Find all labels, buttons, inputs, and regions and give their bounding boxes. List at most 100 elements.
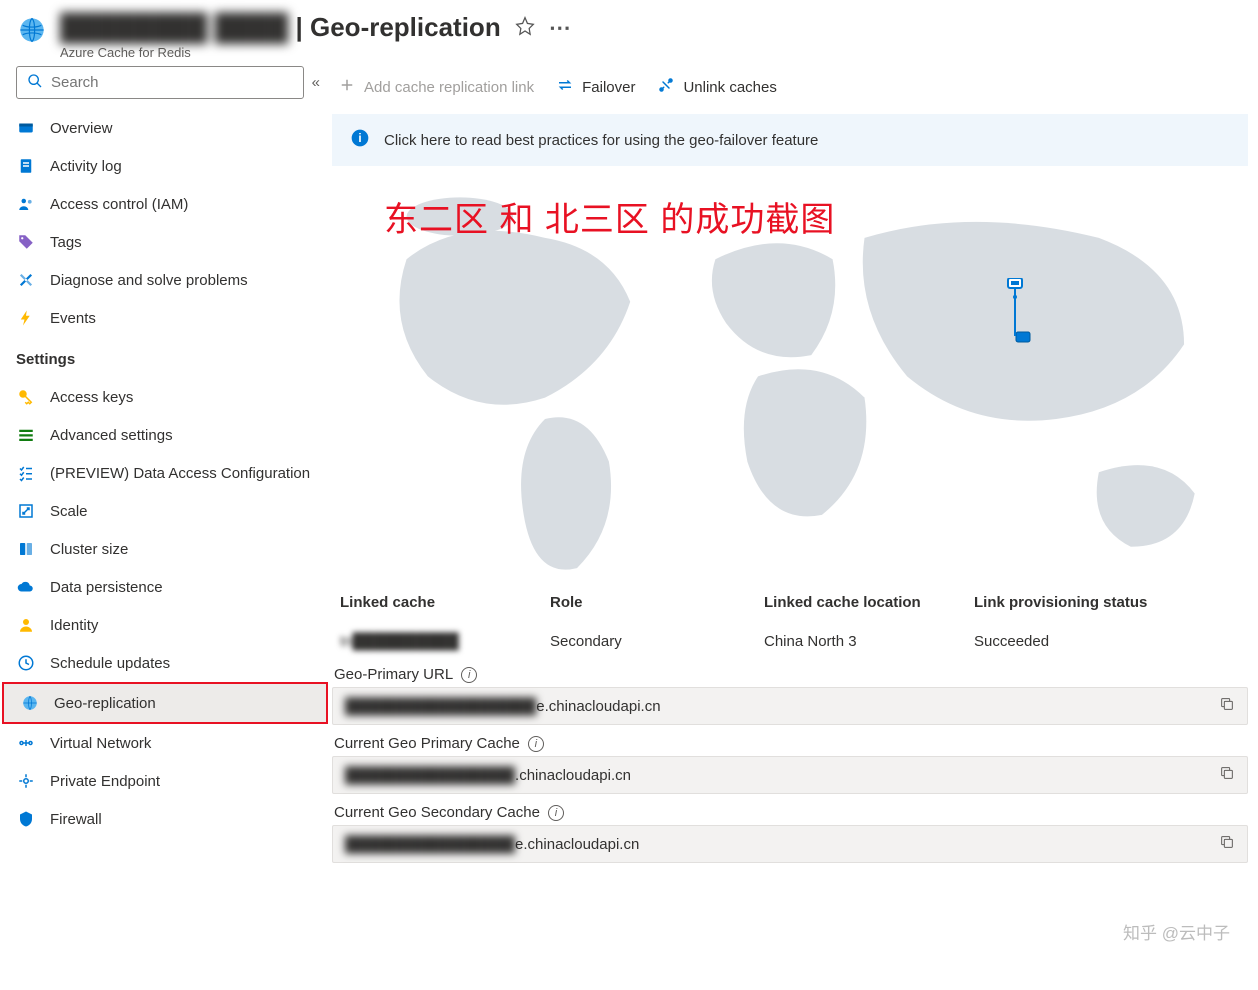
iam-icon bbox=[16, 194, 36, 214]
sidebar: « Overview Activity log Access control (IA… bbox=[0, 66, 332, 984]
sidebar-item-scale[interactable]: Scale bbox=[0, 492, 328, 530]
scale-icon bbox=[16, 501, 36, 521]
info-banner[interactable]: i Click here to read best practices for … bbox=[332, 114, 1248, 166]
sidebar-item-label: Access control (IAM) bbox=[50, 196, 188, 213]
sidebar-item-label: Schedule updates bbox=[50, 655, 170, 672]
sidebar-item-label: (PREVIEW) Data Access Configuration bbox=[50, 465, 310, 482]
sidebar-item-label: Overview bbox=[50, 120, 113, 137]
sidebar-item-label: Diagnose and solve problems bbox=[50, 272, 248, 289]
svg-text:i: i bbox=[358, 132, 361, 145]
globe-icon bbox=[18, 16, 46, 44]
current-secondary-field[interactable]: ████████████████e.chinacloudapi.cn bbox=[332, 825, 1248, 863]
unlink-button[interactable]: Unlink caches bbox=[657, 76, 776, 98]
swap-icon bbox=[556, 76, 574, 98]
cell-cache: tn██████████ bbox=[340, 633, 459, 650]
sidebar-search[interactable] bbox=[16, 66, 304, 99]
more-icon[interactable]: ⋯ bbox=[549, 15, 573, 41]
clock-icon bbox=[16, 653, 36, 673]
sidebar-nav[interactable]: Overview Activity log Access control (IAM)… bbox=[0, 109, 332, 981]
diagnose-icon bbox=[16, 270, 36, 290]
sidebar-item-label: Scale bbox=[50, 503, 88, 520]
search-input[interactable] bbox=[51, 74, 293, 91]
sidebar-item-tags[interactable]: Tags bbox=[0, 223, 328, 261]
page-header: ████████ ████ | Geo-replication ⋯ Azure … bbox=[0, 0, 1258, 66]
overview-icon bbox=[16, 118, 36, 138]
copy-icon[interactable] bbox=[1219, 696, 1235, 716]
cell-location: China North 3 bbox=[764, 633, 974, 650]
adv-icon bbox=[16, 425, 36, 445]
sidebar-item-firewall[interactable]: Firewall bbox=[0, 800, 328, 838]
sidebar-item-label: Identity bbox=[50, 617, 98, 634]
page-title: ████████ ████ | Geo-replication bbox=[60, 12, 501, 43]
resource-type-label: Azure Cache for Redis bbox=[60, 45, 1240, 60]
identity-icon bbox=[16, 615, 36, 635]
sidebar-item-schedule[interactable]: Schedule updates bbox=[0, 644, 328, 682]
globe-icon bbox=[20, 693, 40, 713]
sidebar-item-label: Events bbox=[50, 310, 96, 327]
log-icon bbox=[16, 156, 36, 176]
failover-button[interactable]: Failover bbox=[556, 76, 635, 98]
collapse-sidebar-icon[interactable]: « bbox=[312, 74, 320, 91]
cluster-icon bbox=[16, 539, 36, 559]
linked-cache-row[interactable]: tn██████████ Secondary China North 3 Suc… bbox=[332, 621, 1248, 662]
sidebar-item-adv[interactable]: Advanced settings bbox=[0, 416, 328, 454]
info-banner-text: Click here to read best practices for us… bbox=[384, 132, 818, 149]
watermark: 知乎 @云中子 bbox=[1123, 919, 1230, 944]
cell-status: Succeeded bbox=[974, 633, 1240, 650]
sidebar-item-geo[interactable]: Geo-replication bbox=[2, 682, 328, 724]
sidebar-item-label: Firewall bbox=[50, 811, 102, 828]
checklist-icon bbox=[16, 463, 36, 483]
sidebar-item-label: Virtual Network bbox=[50, 735, 151, 752]
sidebar-item-identity[interactable]: Identity bbox=[0, 606, 328, 644]
sidebar-item-endpoint[interactable]: Private Endpoint bbox=[0, 762, 328, 800]
info-icon[interactable]: i bbox=[528, 736, 544, 752]
firewall-icon bbox=[16, 809, 36, 829]
copy-icon[interactable] bbox=[1219, 834, 1235, 854]
key-icon bbox=[16, 387, 36, 407]
current-primary-label: Current Geo Primary Cachei bbox=[332, 731, 1248, 756]
sidebar-item-diagnose[interactable]: Diagnose and solve problems bbox=[0, 261, 328, 299]
sidebar-item-label: Activity log bbox=[50, 158, 122, 175]
sidebar-item-label: Cluster size bbox=[50, 541, 128, 558]
geo-primary-url-label: Geo-Primary URLi bbox=[332, 662, 1248, 687]
tags-icon bbox=[16, 232, 36, 252]
unlink-icon bbox=[657, 76, 675, 98]
sidebar-item-iam[interactable]: Access control (IAM) bbox=[0, 185, 328, 223]
sidebar-item-label: Geo-replication bbox=[54, 695, 156, 712]
add-replication-button[interactable]: Add cache replication link bbox=[338, 76, 534, 98]
info-icon[interactable]: i bbox=[461, 667, 477, 683]
info-icon[interactable]: i bbox=[548, 805, 564, 821]
current-primary-field[interactable]: ████████████████.chinacloudapi.cn bbox=[332, 756, 1248, 794]
search-icon bbox=[27, 73, 43, 92]
favorite-star-icon[interactable] bbox=[515, 16, 535, 39]
settings-section-header: Settings bbox=[0, 337, 328, 378]
endpoint-icon bbox=[16, 771, 36, 791]
cloud-icon bbox=[16, 577, 36, 597]
info-icon: i bbox=[350, 128, 370, 152]
cell-role: Secondary bbox=[550, 633, 764, 650]
sidebar-item-label: Access keys bbox=[50, 389, 133, 406]
sidebar-item-events[interactable]: Events bbox=[0, 299, 328, 337]
main-content: Add cache replication link Failover Unli… bbox=[332, 66, 1258, 984]
events-icon bbox=[16, 308, 36, 328]
current-secondary-label: Current Geo Secondary Cachei bbox=[332, 800, 1248, 825]
sidebar-item-overview[interactable]: Overview bbox=[0, 109, 328, 147]
sidebar-item-persist[interactable]: Data persistence bbox=[0, 568, 328, 606]
sidebar-item-keys[interactable]: Access keys bbox=[0, 378, 328, 416]
command-bar: Add cache replication link Failover Unli… bbox=[332, 66, 1248, 114]
sidebar-item-label: Data persistence bbox=[50, 579, 163, 596]
annotation-overlay: 东二区 和 北三区 的成功截图 bbox=[384, 192, 835, 241]
sidebar-item-vnet[interactable]: Virtual Network bbox=[0, 724, 328, 762]
plus-icon bbox=[338, 76, 356, 98]
copy-icon[interactable] bbox=[1219, 765, 1235, 785]
sidebar-item-activity[interactable]: Activity log bbox=[0, 147, 328, 185]
sidebar-item-label: Tags bbox=[50, 234, 82, 251]
vnet-icon bbox=[16, 733, 36, 753]
geo-map: 东二区 和 北三区 的成功截图 bbox=[332, 174, 1248, 574]
map-link-line bbox=[1005, 294, 1029, 342]
sidebar-item-cluster[interactable]: Cluster size bbox=[0, 530, 328, 568]
sidebar-item-preview[interactable]: (PREVIEW) Data Access Configuration bbox=[0, 454, 328, 492]
sidebar-item-label: Private Endpoint bbox=[50, 773, 160, 790]
geo-primary-url-field[interactable]: ██████████████████e.chinacloudapi.cn bbox=[332, 687, 1248, 725]
sidebar-item-label: Advanced settings bbox=[50, 427, 173, 444]
